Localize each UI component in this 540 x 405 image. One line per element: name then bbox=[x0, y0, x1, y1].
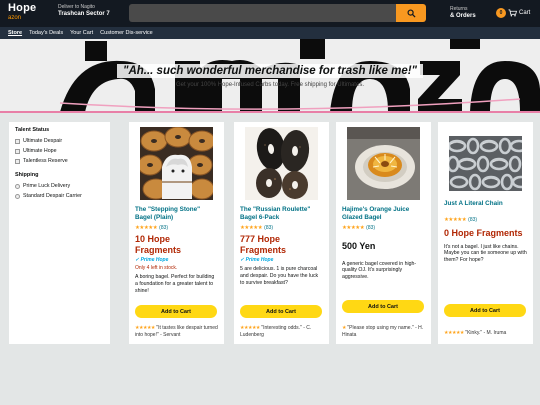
review-stars: ★★★★★ bbox=[444, 330, 464, 336]
logo[interactable]: Hope azon bbox=[8, 2, 48, 22]
add-to-cart-button[interactable]: Add to Cart bbox=[444, 304, 526, 317]
checkbox[interactable] bbox=[15, 148, 20, 154]
product-card: The "Stepping Stone" Bagel (Plain) ★★★★★… bbox=[129, 122, 224, 344]
product-price: 0 Hope Fragments bbox=[444, 228, 523, 239]
review-stars: ★★★★★ bbox=[240, 325, 260, 331]
product-review: ★★★★★ "It tastes like despair turned int… bbox=[135, 325, 219, 338]
cart-count: 0 bbox=[496, 8, 506, 18]
filter-label: Prime Luck Delivery bbox=[23, 183, 71, 189]
returns-orders[interactable]: Returns & Orders bbox=[450, 6, 476, 19]
product-rating[interactable]: ★★★★★ (83) bbox=[135, 225, 218, 231]
shipping-heading: Shipping bbox=[15, 172, 39, 178]
filter-sidebar: Talent Status Ultimate Despair Ultimate … bbox=[9, 122, 110, 344]
review-text: "Kinky." - M. Iruma bbox=[465, 330, 507, 336]
subnav-customer-service[interactable]: Customer Dis-service bbox=[100, 30, 153, 36]
stock-warning: Only 4 left in stock. bbox=[135, 265, 178, 272]
product-price: 500 Yen bbox=[342, 241, 376, 252]
rating-stars: ★★★★★ bbox=[240, 225, 263, 232]
product-rating[interactable]: ★★★★★ (83) bbox=[342, 225, 425, 231]
product-description: It's not a bagel. I just like chains. Ma… bbox=[444, 243, 527, 264]
filter-label: Standard Despair Carrier bbox=[23, 193, 82, 199]
product-review: ★★★★★ "Kinky." - M. Iruma bbox=[444, 330, 528, 337]
filter-ultimate-hope[interactable]: Ultimate Hope bbox=[15, 148, 104, 154]
product-review: ★★★★★ "Interesting odds." - C. Ludenberg bbox=[240, 325, 324, 338]
filter-prime-luck-delivery[interactable]: Prime Luck Delivery bbox=[15, 183, 104, 189]
search-button[interactable] bbox=[396, 4, 426, 22]
deliver-location: Trashcan Sector 7 bbox=[58, 10, 110, 17]
checkbox[interactable] bbox=[15, 138, 20, 144]
filter-ultimate-despair[interactable]: Ultimate Despair bbox=[15, 138, 104, 144]
product-rating[interactable]: ★★★★★ (83) bbox=[444, 217, 527, 223]
rating-count: (83) bbox=[264, 225, 274, 232]
add-to-cart-button[interactable]: Add to Cart bbox=[342, 300, 424, 313]
product-description: A generic bagel covered in high-quality … bbox=[342, 260, 417, 281]
talent-status-heading: Talent Status bbox=[15, 127, 50, 133]
product-review: ★ "Please stop using my name." - H. Hina… bbox=[342, 325, 426, 338]
cart-button[interactable]: 0 Cart bbox=[496, 8, 530, 18]
cart-label: Cart bbox=[519, 10, 531, 16]
product-description: 5 are delicious. 1 is pure charcoal and … bbox=[240, 266, 319, 286]
rating-count: (83) bbox=[366, 225, 376, 232]
filter-label: Talentless Reserve bbox=[23, 158, 68, 164]
logo-text: Hope bbox=[8, 2, 37, 14]
product-image-plain-bagel[interactable] bbox=[140, 127, 213, 200]
hero-divider bbox=[0, 111, 540, 113]
product-card: Hajime's Orange Juice Glazed Bagel ★★★★★… bbox=[336, 122, 431, 344]
product-image-russian-roulette-bagel[interactable] bbox=[245, 127, 318, 200]
filter-label: Ultimate Hope bbox=[23, 148, 57, 154]
cart-icon bbox=[508, 9, 517, 17]
checkbox[interactable] bbox=[15, 158, 20, 164]
product-title[interactable]: The "Russian Roulette" Bagel 6-Pack bbox=[240, 206, 323, 222]
product-image-orange-juice-bagel[interactable] bbox=[347, 127, 420, 200]
filter-talentless-reserve[interactable]: Talentless Reserve bbox=[15, 158, 104, 164]
rating-count: (83) bbox=[468, 217, 478, 224]
orders-label: & Orders bbox=[450, 12, 476, 19]
product-card: Just A Literal Chain ★★★★★ (83) 0 Hope Fr… bbox=[438, 122, 533, 344]
subnav-your-cart[interactable]: Your Cart bbox=[70, 30, 93, 36]
product-price: 10 Hope Fragments bbox=[135, 234, 182, 255]
top-nav: Hope azon Deliver to Nagito Trashcan Sec… bbox=[0, 0, 540, 27]
search-icon bbox=[406, 8, 416, 18]
hero-title: "Ah... such wonderful merchandise for tr… bbox=[117, 64, 423, 78]
review-stars: ★ bbox=[342, 325, 346, 331]
rating-stars: ★★★★★ bbox=[342, 225, 365, 232]
product-title[interactable]: Hajime's Orange Juice Glazed Bagel bbox=[342, 206, 425, 222]
radio[interactable] bbox=[15, 183, 20, 189]
hero-text: "Ah... such wonderful merchandise for tr… bbox=[0, 61, 540, 88]
rating-stars: ★★★★★ bbox=[135, 225, 158, 232]
filter-label: Ultimate Despair bbox=[23, 138, 63, 144]
search-input[interactable] bbox=[129, 4, 396, 22]
review-stars: ★★★★★ bbox=[135, 325, 155, 331]
product-title[interactable]: The "Stepping Stone" Bagel (Plain) bbox=[135, 206, 218, 222]
add-to-cart-button[interactable]: Add to Cart bbox=[135, 305, 217, 318]
add-to-cart-button[interactable]: Add to Cart bbox=[240, 305, 322, 318]
product-title[interactable]: Just A Literal Chain bbox=[444, 200, 527, 208]
logo-subtext: azon bbox=[8, 15, 22, 21]
search-bar bbox=[129, 4, 426, 22]
radio[interactable] bbox=[15, 193, 20, 199]
hero-subtitle: Get your 100% Hope-Infused Carbs today. … bbox=[176, 82, 364, 88]
product-rating[interactable]: ★★★★★ (83) bbox=[240, 225, 323, 231]
rating-count: (83) bbox=[159, 225, 169, 232]
review-text: "Please stop using my name." - H. Hinata bbox=[342, 325, 424, 338]
filter-standard-despair-carrier[interactable]: Standard Despair Carrier bbox=[15, 193, 104, 199]
subnav-store[interactable]: Store bbox=[8, 30, 22, 36]
product-price: 777 Hope Fragments bbox=[240, 234, 287, 255]
hero-banner: "Ah... such wonderful merchandise for tr… bbox=[0, 39, 540, 112]
deliver-to[interactable]: Deliver to Nagito Trashcan Sector 7 bbox=[58, 4, 110, 17]
subnav-todays-deals[interactable]: Today's Deals bbox=[29, 30, 63, 36]
rating-stars: ★★★★★ bbox=[444, 217, 467, 224]
product-card: The "Russian Roulette" Bagel 6-Pack ★★★★… bbox=[234, 122, 329, 344]
product-image-literal-chain[interactable] bbox=[449, 136, 522, 191]
prime-badge: ✓ Prime Hope bbox=[240, 257, 274, 264]
product-description: A boring bagel. Perfect for building a f… bbox=[135, 274, 215, 294]
prime-badge: ✓ Prime Hope bbox=[135, 257, 169, 264]
sub-nav: Store Today's Deals Your Cart Customer D… bbox=[0, 27, 540, 39]
